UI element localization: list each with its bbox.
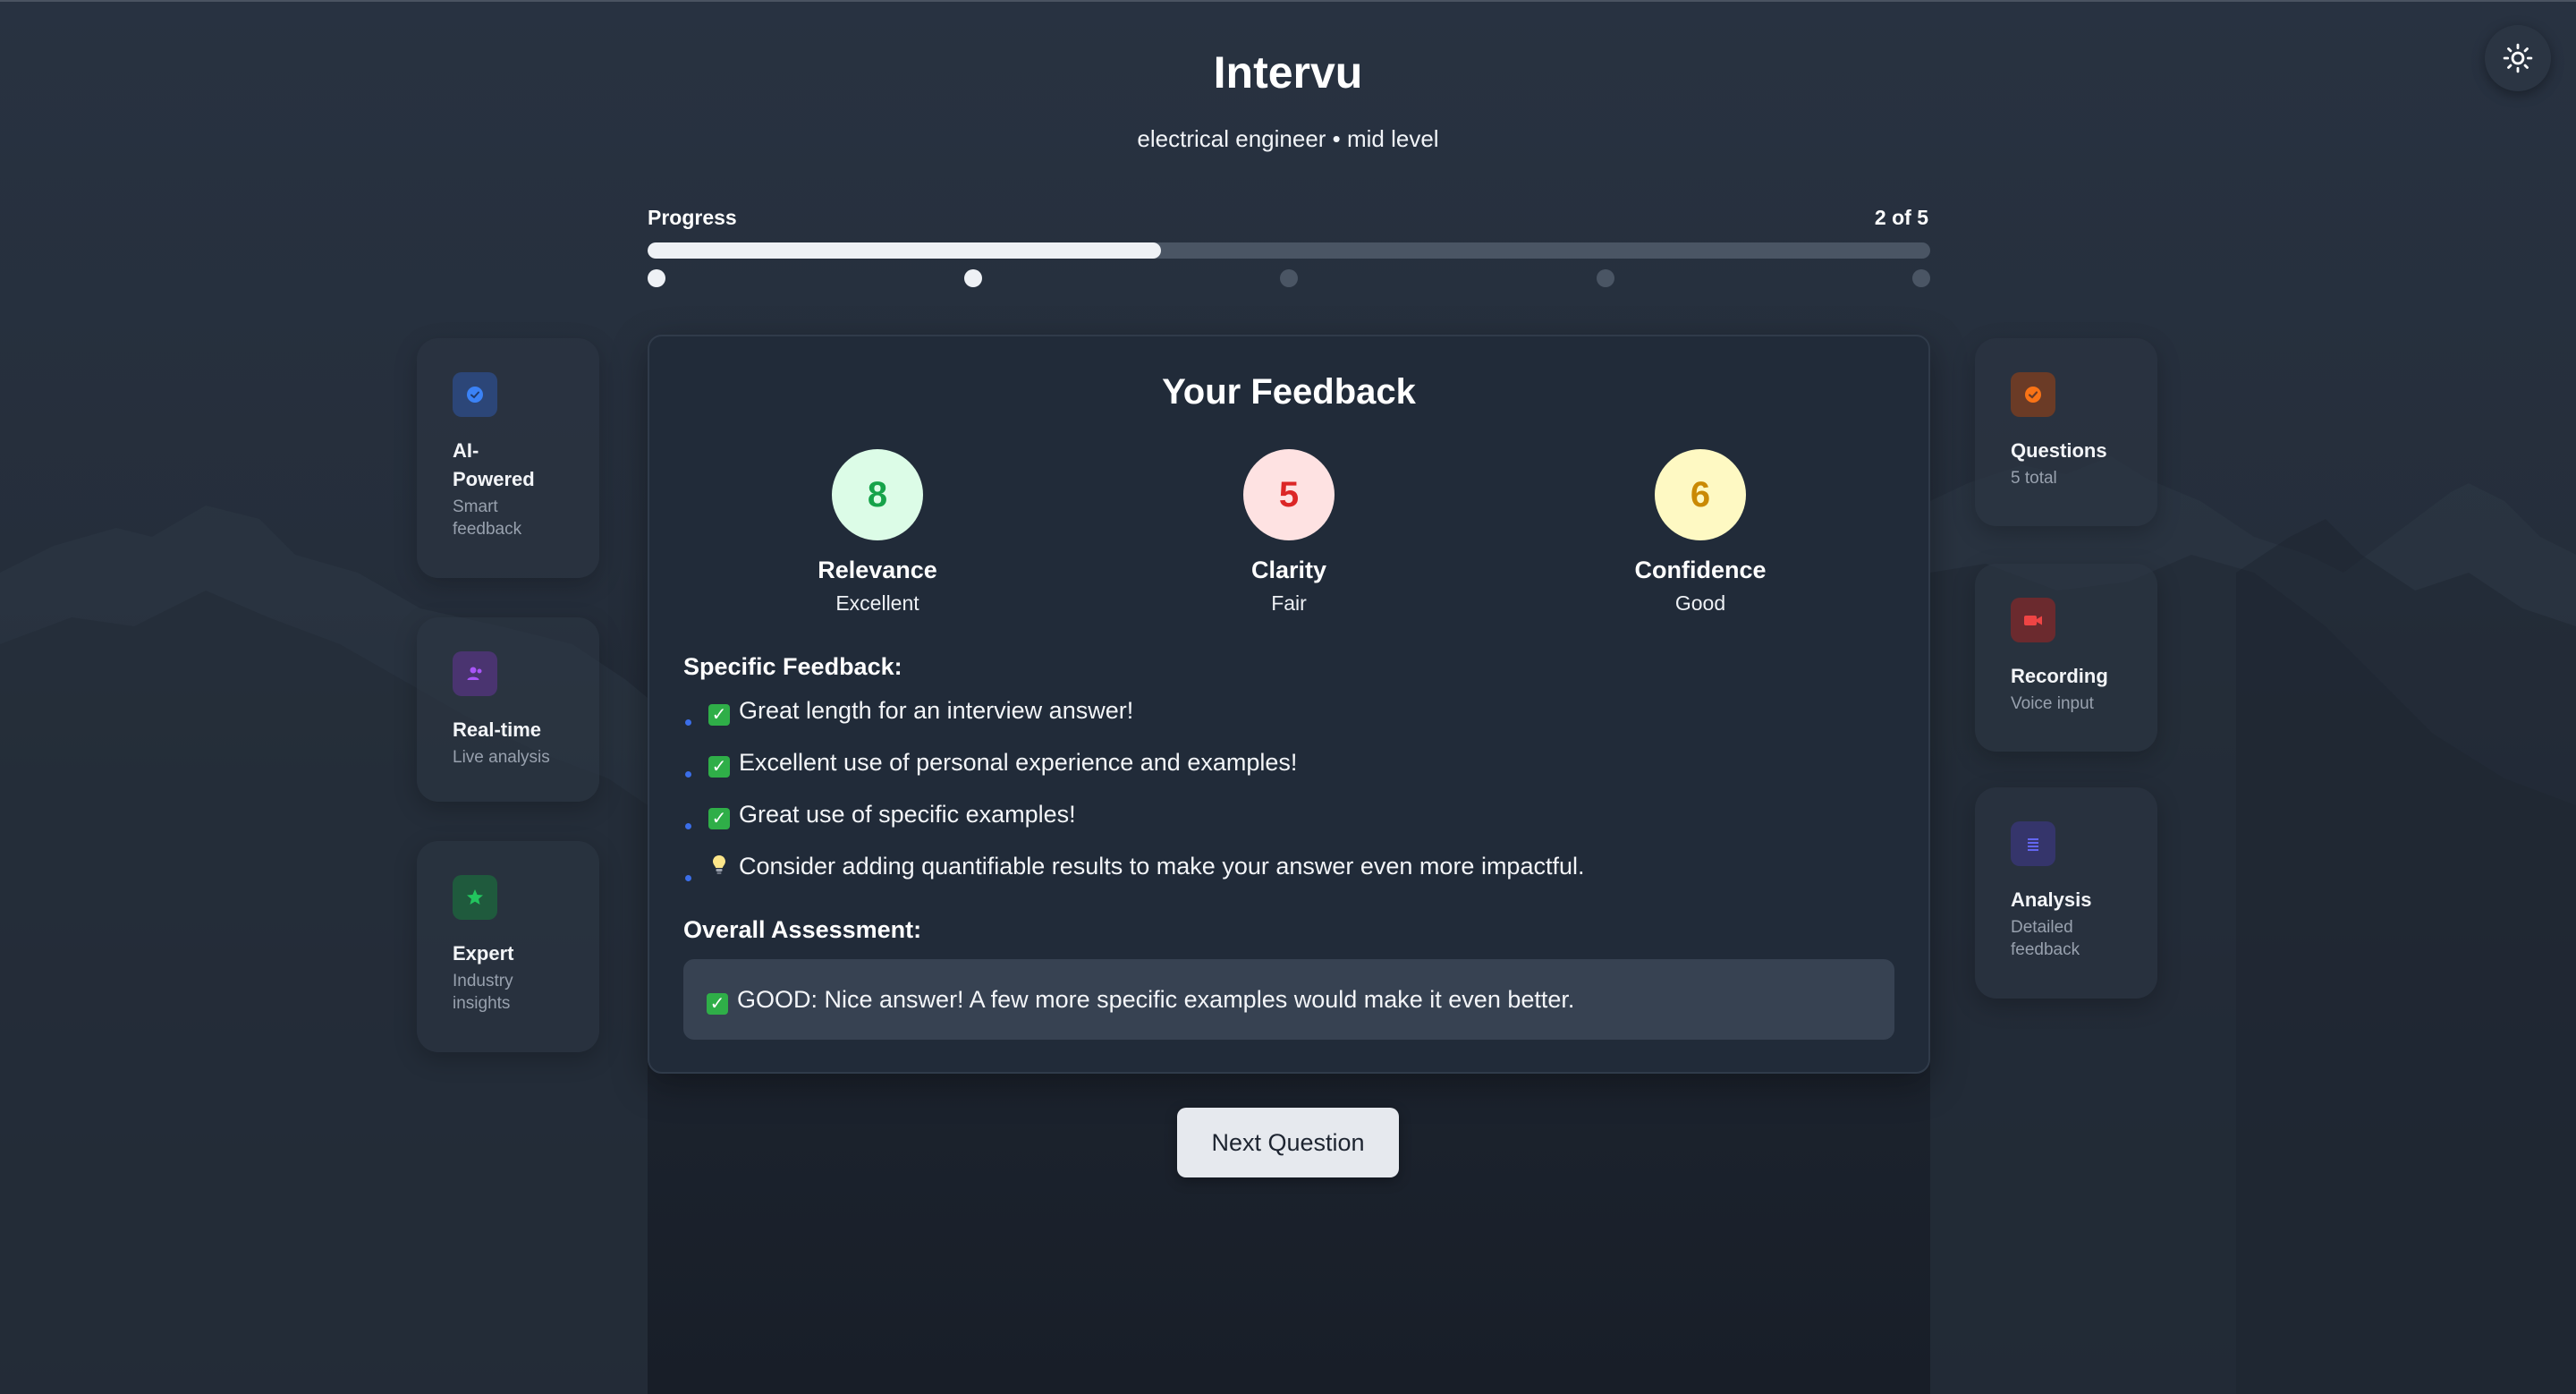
list-item: Consider adding quantifiable results to … [683, 848, 1585, 900]
bullet-dot [685, 771, 691, 778]
feature-card-expert: Expert Industry insights [417, 841, 599, 1052]
app-title: Intervu [1213, 47, 1363, 98]
users-icon [453, 651, 497, 696]
bullet-dot [685, 875, 691, 881]
overall-assessment-heading: Overall Assessment: [683, 916, 922, 943]
feature-desc: Industry insights [453, 972, 513, 1013]
score-name: Relevance [818, 557, 937, 583]
progress-bar [648, 242, 1930, 259]
progress-label: Progress [648, 206, 737, 229]
score-name: Clarity [1250, 557, 1327, 583]
next-question-button[interactable]: Next Question [1177, 1108, 1399, 1177]
score-confidence: 6 Confidence Good [1566, 449, 1835, 616]
score-circle: 6 [1655, 449, 1746, 540]
list-item: ✓ Great use of specific examples! [683, 796, 1585, 848]
feedback-item-text: Great use of specific examples! [739, 801, 1076, 828]
feature-title: Expert [453, 942, 514, 965]
progress-step-dot [963, 269, 982, 287]
star-icon [453, 875, 497, 920]
feature-title: Real-time [453, 718, 542, 741]
check-mark-icon: ✓ [708, 808, 730, 829]
app-subtitle: electrical engineer • mid level [1137, 125, 1439, 152]
score-circle: 8 [832, 449, 923, 540]
feature-desc: Live analysis [453, 748, 550, 767]
feature-card-recording: Recording Voice input [1975, 564, 2157, 752]
progress-steps [648, 269, 1930, 287]
feature-card-ai-powered: AI- Powered Smart feedback [417, 338, 599, 578]
progress-step-dot [1280, 269, 1298, 287]
feedback-item-text: Excellent use of personal experience and… [739, 749, 1298, 776]
feature-title: Recording [2011, 665, 2108, 687]
feature-desc: Voice input [2011, 694, 2094, 713]
score-grade: Fair [1271, 591, 1307, 615]
check-mark-icon: ✓ [708, 756, 730, 778]
feedback-item-text: Consider adding quantifiable results to … [739, 853, 1585, 880]
score-circle: 5 [1243, 449, 1335, 540]
check-circle-icon [2011, 372, 2055, 417]
check-mark-icon: ✓ [708, 704, 730, 726]
light-bulb-icon [713, 855, 725, 874]
ai-badge-icon [453, 372, 497, 417]
feature-desc: 5 total [2011, 469, 2057, 488]
progress-count: 2 of 5 [1874, 206, 1928, 229]
list-item: ✓ Excellent use of personal experience an… [683, 744, 1585, 796]
specific-feedback-heading: Specific Feedback: [683, 653, 902, 680]
feedback-item-text: Great length for an interview answer! [739, 697, 1134, 724]
feedback-card: Your Feedback 8 Relevance Excellent 5 Cl… [648, 335, 1930, 1074]
progress-step-dot [1596, 269, 1614, 287]
score-clarity: 5 Clarity Fair [1155, 449, 1423, 616]
overall-assessment-text: GOOD: Nice answer! A few more specific e… [737, 986, 1575, 1013]
feature-card-real-time: Real-time Live analysis [417, 617, 599, 802]
feature-title: Questions [2011, 439, 2107, 462]
check-mark-icon: ✓ [707, 993, 728, 1015]
feature-desc: Smart feedback [453, 497, 522, 539]
list-item: ✓ Great length for an interview answer! [683, 693, 1585, 744]
progress-bar-fill [648, 242, 1161, 259]
progress-step-dot [1912, 269, 1930, 287]
feature-card-questions: Questions 5 total [1975, 338, 2157, 526]
feature-card-analysis: Analysis Detailed feedback [1975, 787, 2157, 999]
feature-title: AI- Powered [453, 439, 535, 490]
bullet-dot [685, 823, 691, 829]
progress-step-dot [648, 269, 665, 287]
feature-title: Analysis [2011, 888, 2092, 911]
score-relevance: 8 Relevance Excellent [743, 449, 1012, 616]
list-icon [2011, 821, 2055, 866]
score-grade: Good [1674, 591, 1726, 615]
overall-assessment-box: ✓ GOOD: Nice answer! A few more specific … [683, 959, 1894, 1040]
video-camera-icon [2011, 598, 2055, 642]
bullet-dot [685, 719, 691, 726]
feature-desc: Detailed feedback [2011, 918, 2080, 959]
score-name: Confidence [1634, 557, 1767, 583]
feedback-title: Your Feedback [1162, 372, 1416, 412]
score-grade: Excellent [835, 591, 919, 615]
feedback-list: ✓ Great length for an interview answer! ✓… [683, 693, 1585, 900]
